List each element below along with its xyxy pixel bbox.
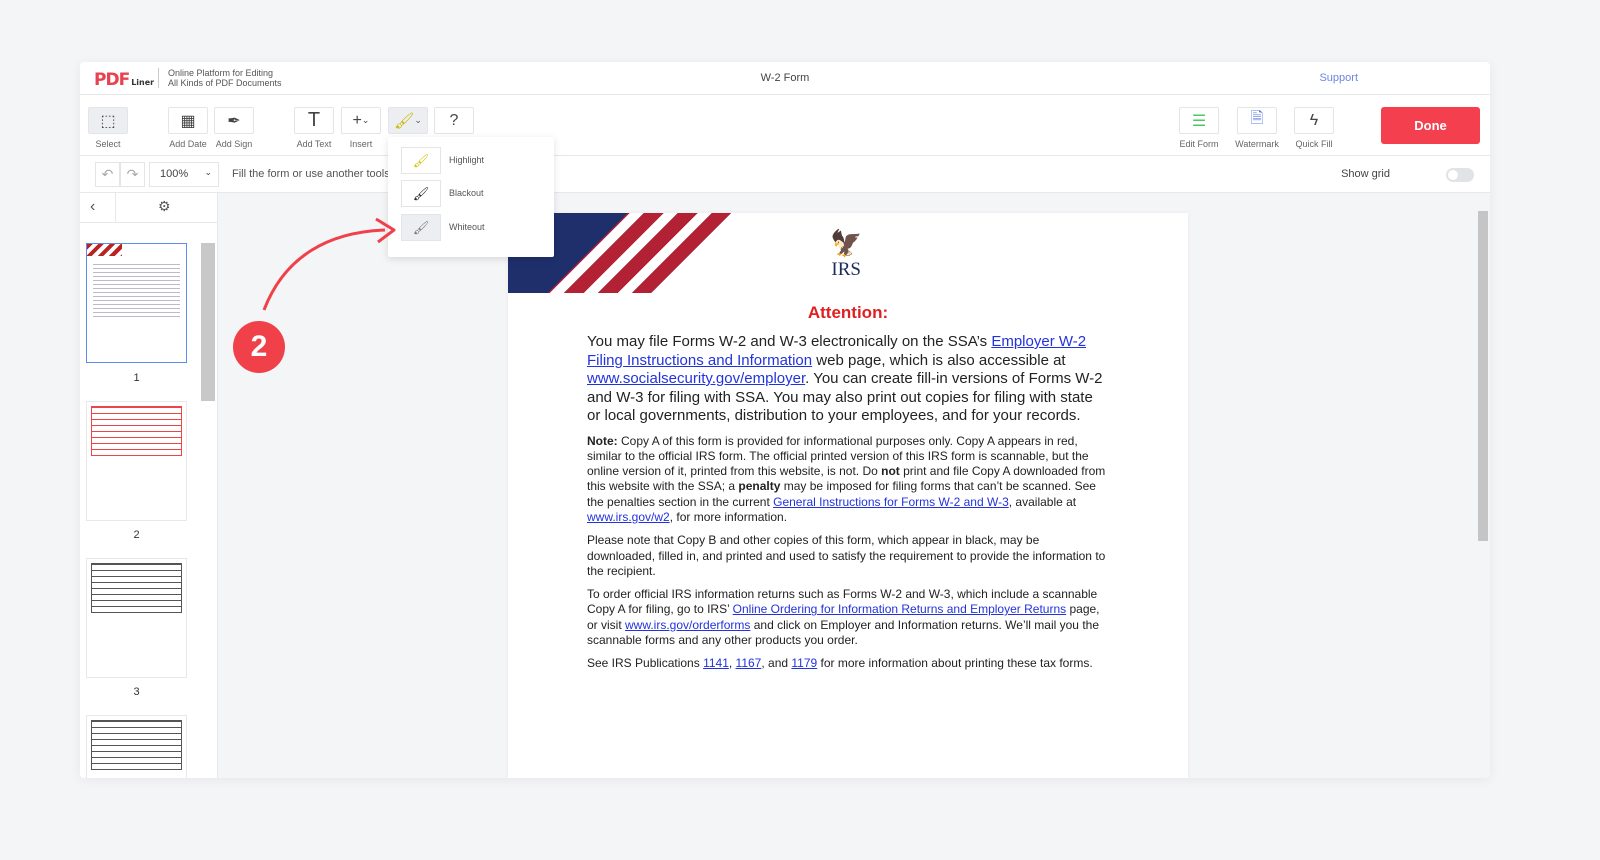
annotation-arrow — [262, 217, 396, 311]
step-badge: 2 — [233, 321, 285, 373]
